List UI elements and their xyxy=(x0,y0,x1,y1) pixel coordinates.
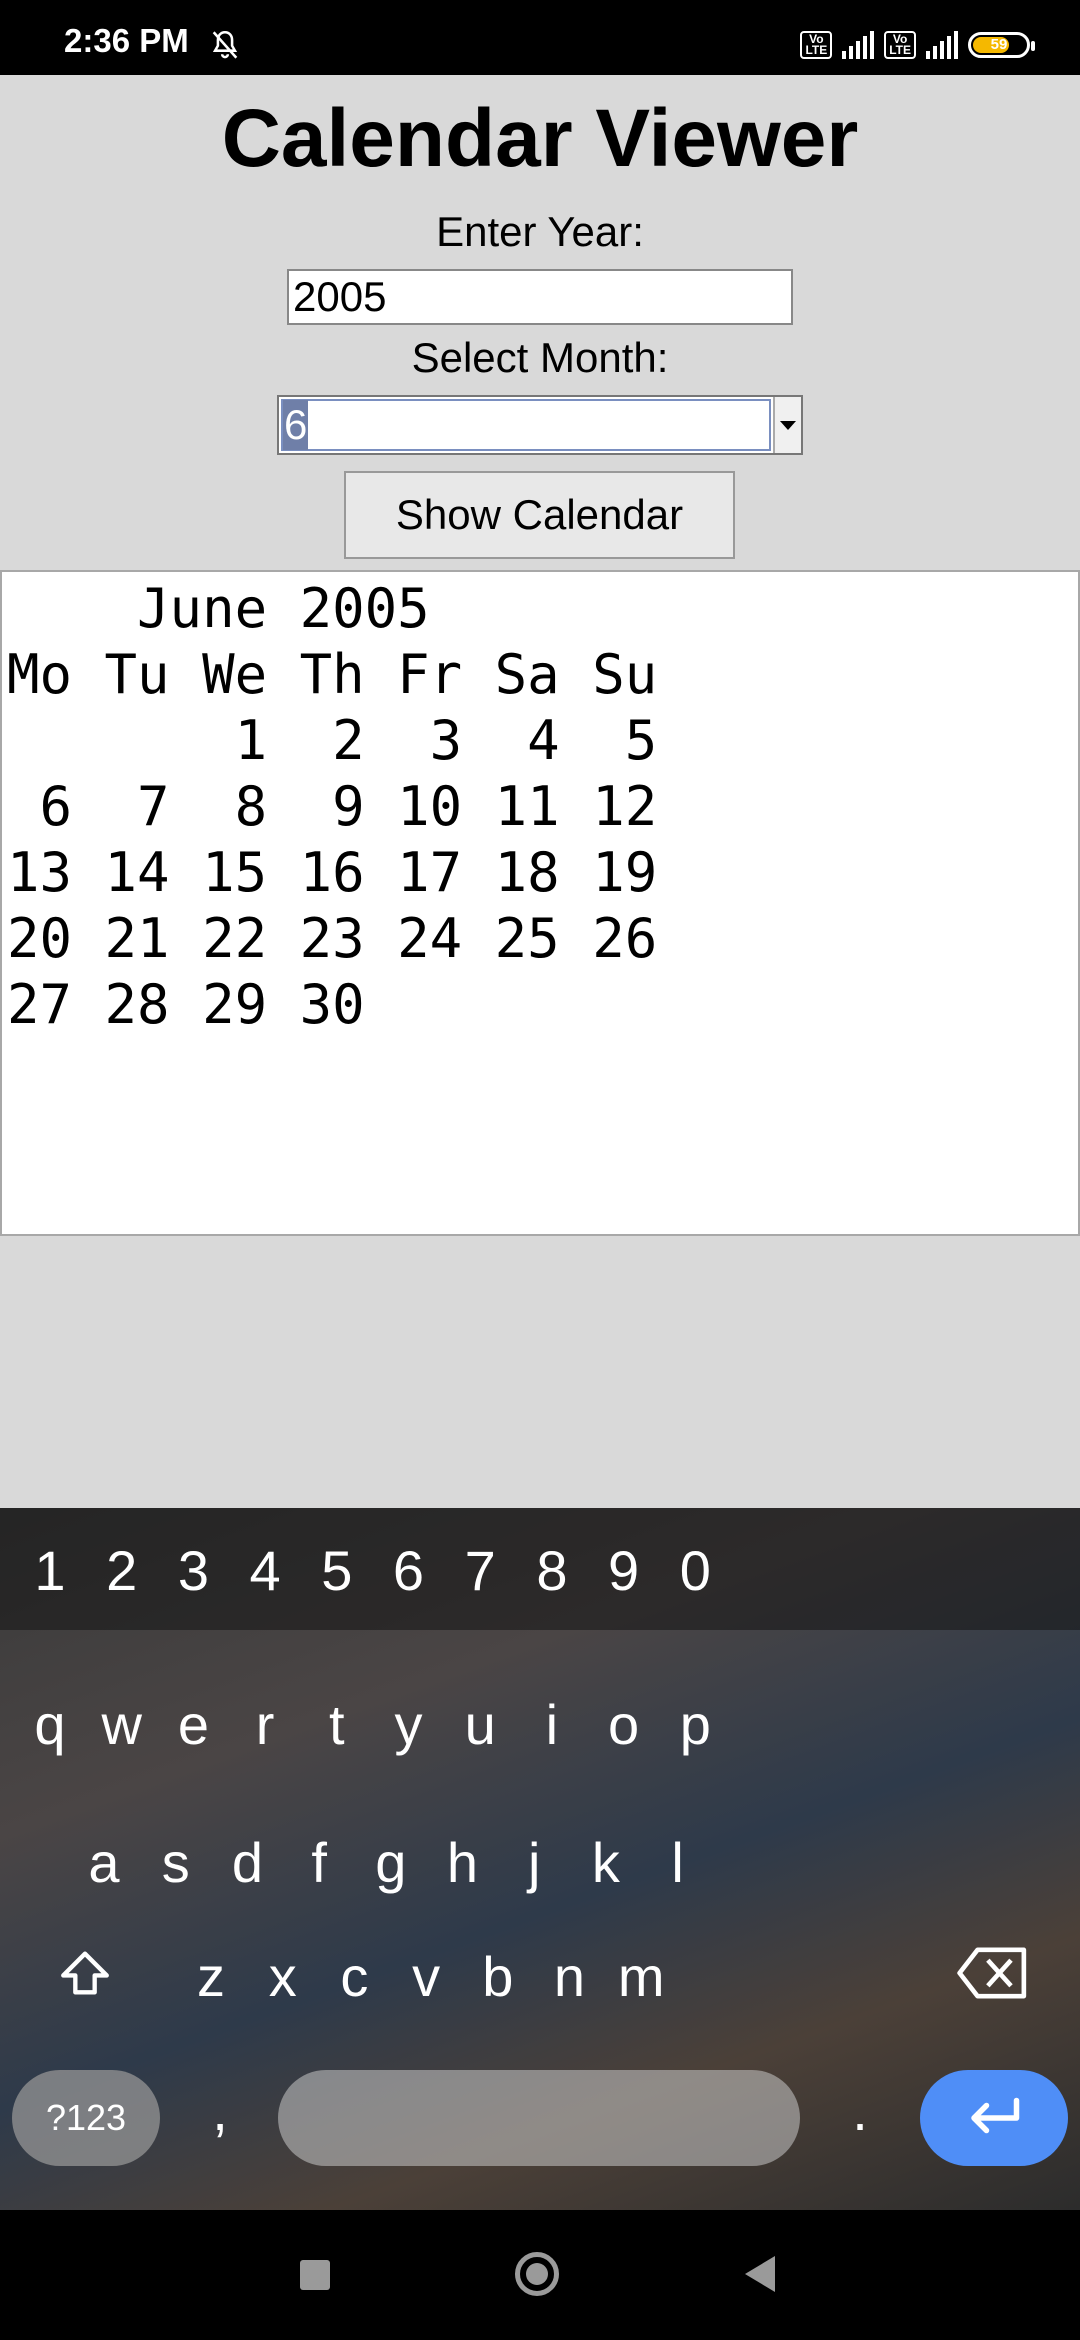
show-calendar-button[interactable]: Show Calendar xyxy=(344,471,735,559)
battery-icon: 59 xyxy=(968,32,1035,58)
signal-4g-icon xyxy=(926,31,958,59)
key-m[interactable]: m xyxy=(596,1944,686,2009)
key-l[interactable]: l xyxy=(633,1830,723,1895)
soft-keyboard: 1234567890qwertyuiopasdfghjklzxcvbnm ?12… xyxy=(0,1508,1080,2210)
battery-level: 59 xyxy=(990,36,1008,53)
status-time: 2:36 PM xyxy=(64,22,189,59)
bell-off-icon xyxy=(212,30,238,59)
symbols-key[interactable]: ?123 xyxy=(12,2070,160,2166)
enter-arrow-icon xyxy=(971,2097,1020,2134)
status-bar: 2:36 PM Vo LTE Vo LTE 59 xyxy=(0,0,1080,75)
space-key[interactable] xyxy=(278,2070,800,2166)
backspace-icon[interactable] xyxy=(948,1944,1038,2015)
back-button[interactable] xyxy=(745,2256,775,2292)
navigation-bar xyxy=(0,2210,1080,2340)
volte-icon-2: Vo LTE xyxy=(884,31,916,59)
calendar-output: June 2005 Mo Tu We Th Fr Sa Su 1 2 3 4 5… xyxy=(0,570,1080,1236)
key-p[interactable]: p xyxy=(650,1692,740,1757)
enter-key[interactable] xyxy=(920,2070,1068,2166)
month-select[interactable]: 6 xyxy=(277,395,803,455)
month-selected-value: 6 xyxy=(283,400,309,450)
comma-key[interactable]: , xyxy=(175,2078,265,2143)
key-0[interactable]: 0 xyxy=(650,1538,740,1603)
dropdown-arrow-icon[interactable] xyxy=(773,397,801,453)
calendar-text: June 2005 Mo Tu We Th Fr Sa Su 1 2 3 4 5… xyxy=(7,577,658,1036)
home-button[interactable] xyxy=(515,2252,559,2296)
recents-button[interactable] xyxy=(300,2260,330,2290)
month-label: Select Month: xyxy=(411,334,669,381)
signal-icon xyxy=(842,31,875,59)
volte-icon: Vo LTE xyxy=(800,31,833,59)
year-label: Enter Year: xyxy=(436,208,644,255)
shift-icon[interactable] xyxy=(40,1944,130,2015)
period-key[interactable]: . xyxy=(815,2078,905,2143)
year-input[interactable]: 2005 xyxy=(287,269,793,325)
page-title: Calendar Viewer xyxy=(221,93,859,184)
